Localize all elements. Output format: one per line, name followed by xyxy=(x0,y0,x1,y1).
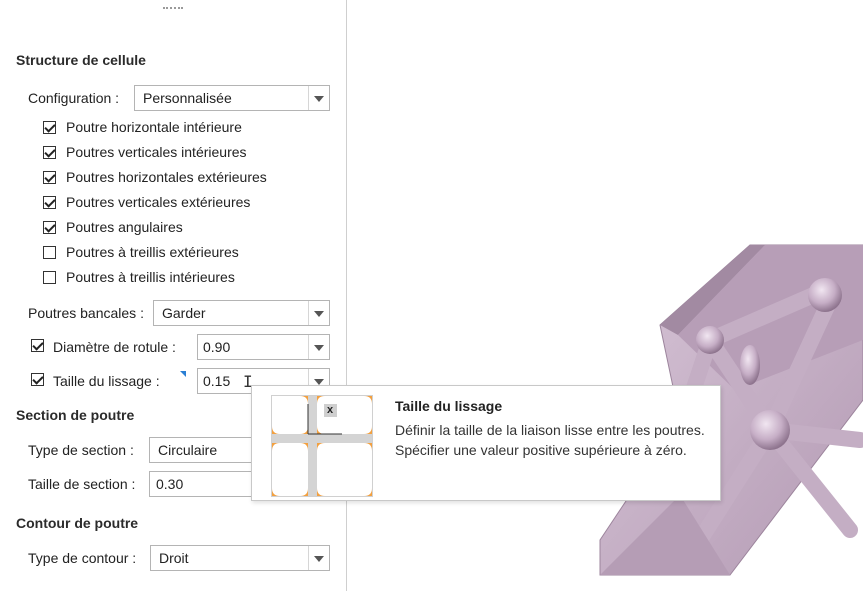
configuration-dropdown[interactable]: Personnalisée xyxy=(134,85,330,111)
checkbox[interactable] xyxy=(43,121,56,134)
chevron-down-icon[interactable] xyxy=(308,546,329,570)
bent-beams-dropdown[interactable]: Garder xyxy=(153,300,330,326)
smoothing-size-tooltip: x Taille du lissage Définir la taille de… xyxy=(251,385,721,501)
checkbox[interactable] xyxy=(43,271,56,284)
checkbox[interactable] xyxy=(43,196,56,209)
checkbox-label: Poutres verticales extérieures xyxy=(66,194,251,210)
checkbox-label: Poutres à treillis intérieures xyxy=(66,269,235,285)
chevron-down-icon[interactable] xyxy=(308,301,329,325)
section-size-value: 0.30 xyxy=(156,476,184,492)
tooltip-description: Définir la taille de la liaison lisse en… xyxy=(395,422,705,458)
section-title-cell-structure: Structure de cellule xyxy=(16,52,146,68)
contour-type-label: Type de contour : xyxy=(28,550,137,566)
joint-diameter-value: 0.90 xyxy=(203,339,231,355)
smoothing-illustration-icon: x xyxy=(271,395,373,497)
checkbox[interactable] xyxy=(43,146,56,159)
checkbox-label: Poutres angulaires xyxy=(66,219,183,235)
checkbox-label: Poutre horizontale intérieure xyxy=(66,119,242,135)
smoothing-size-value: 0.15 xyxy=(203,373,231,389)
section-type-value: Circulaire xyxy=(158,442,218,458)
illustration-x-label: x xyxy=(327,404,334,416)
checkbox-label: Poutres horizontales extérieures xyxy=(66,169,267,185)
chevron-down-icon[interactable] xyxy=(308,86,329,110)
contour-type-value: Droit xyxy=(159,550,189,566)
contour-type-dropdown[interactable]: Droit xyxy=(150,545,330,571)
checkbox[interactable] xyxy=(43,221,56,234)
section-title-beam-section: Section de poutre xyxy=(16,407,135,423)
checkbox[interactable] xyxy=(43,171,56,184)
checkbox[interactable] xyxy=(43,246,56,259)
smoothing-size-label: Taille du lissage : xyxy=(53,373,160,389)
tooltip-title: Taille du lissage xyxy=(395,398,503,414)
bent-beams-label: Poutres bancales : xyxy=(28,305,144,321)
checkbox-label: Poutres verticales intérieures xyxy=(66,144,247,160)
configuration-value: Personnalisée xyxy=(143,90,232,106)
joint-diameter-combo[interactable]: 0.90 xyxy=(197,334,330,360)
joint-diameter-label: Diamètre de rotule : xyxy=(53,339,176,355)
joint-diameter-checkbox[interactable] xyxy=(31,339,44,352)
section-type-label: Type de section : xyxy=(28,442,134,458)
section-size-label: Taille de section : xyxy=(28,476,136,492)
section-title-beam-contour: Contour de poutre xyxy=(16,515,139,531)
bent-beams-value: Garder xyxy=(162,305,206,321)
smoothing-size-checkbox[interactable] xyxy=(31,373,44,386)
panel-drag-grip[interactable] xyxy=(163,7,183,13)
info-marker-icon xyxy=(180,371,186,377)
chevron-down-icon[interactable] xyxy=(308,335,329,359)
checkbox-label: Poutres à treillis extérieures xyxy=(66,244,239,260)
lattice-properties-panel: Structure de cellule Configuration : Per… xyxy=(0,0,347,591)
configuration-label: Configuration : xyxy=(28,90,120,106)
